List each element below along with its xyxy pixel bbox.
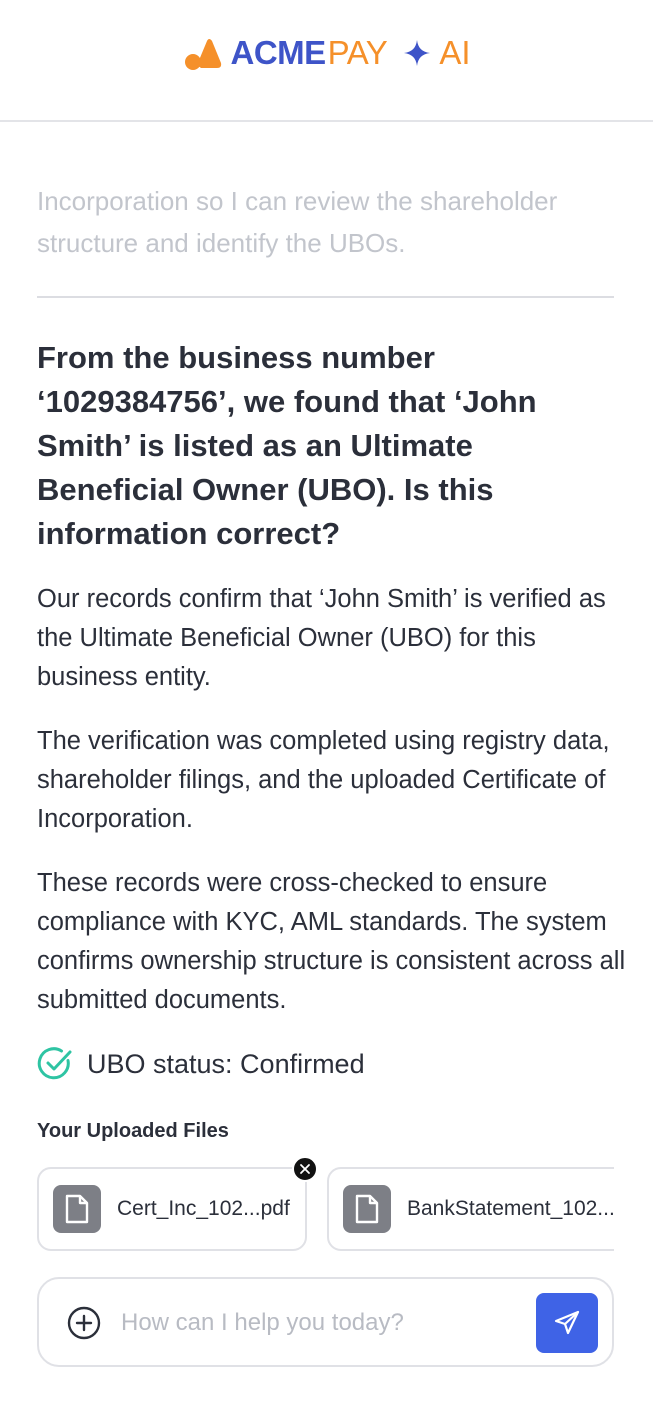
ubo-status: UBO status: Confirmed bbox=[37, 1046, 365, 1082]
file-name: BankStatement_102... bbox=[407, 1197, 614, 1220]
close-icon bbox=[300, 1164, 310, 1174]
response-paragraph: Our records confirm that ‘John Smith’ is… bbox=[37, 585, 606, 691]
brand-logo: ACME PAY AI bbox=[183, 34, 471, 72]
remove-file-button[interactable] bbox=[292, 1156, 318, 1182]
file-card[interactable]: BankStatement_102... bbox=[327, 1167, 614, 1251]
send-icon bbox=[554, 1310, 580, 1335]
sparkle-icon bbox=[404, 40, 431, 66]
file-card[interactable]: Cert_Inc_102...pdf bbox=[37, 1167, 307, 1251]
uploaded-files-list[interactable]: Cert_Inc_102...pdf BankStatement_102... bbox=[37, 1167, 614, 1253]
previous-message: Incorporation so I can review the shareh… bbox=[37, 186, 558, 258]
add-attachment-button[interactable] bbox=[67, 1306, 101, 1340]
response-paragraph: The verification was completed using reg… bbox=[37, 727, 610, 833]
message-divider bbox=[37, 296, 614, 298]
check-circle-icon bbox=[37, 1047, 72, 1080]
brand-ai-text: AI bbox=[439, 34, 471, 71]
send-button[interactable] bbox=[536, 1293, 598, 1353]
brand-pay-text: PAY bbox=[327, 34, 388, 71]
app-header: ACME PAY AI bbox=[0, 0, 653, 122]
document-icon bbox=[53, 1185, 101, 1233]
uploaded-files-title: Your Uploaded Files bbox=[37, 1120, 229, 1142]
assistant-question: From the business number ‘1029384756’, w… bbox=[37, 340, 537, 551]
file-name: Cert_Inc_102...pdf bbox=[117, 1197, 290, 1220]
brand-acme-text: ACME bbox=[230, 34, 327, 71]
document-icon bbox=[343, 1185, 391, 1233]
response-paragraph: These records were cross-checked to ensu… bbox=[37, 869, 626, 1014]
ubo-status-text: UBO status: Confirmed bbox=[87, 1048, 365, 1079]
chat-composer bbox=[37, 1277, 614, 1367]
acme-logo-mark-icon bbox=[184, 39, 221, 70]
message-input[interactable] bbox=[121, 1305, 521, 1341]
